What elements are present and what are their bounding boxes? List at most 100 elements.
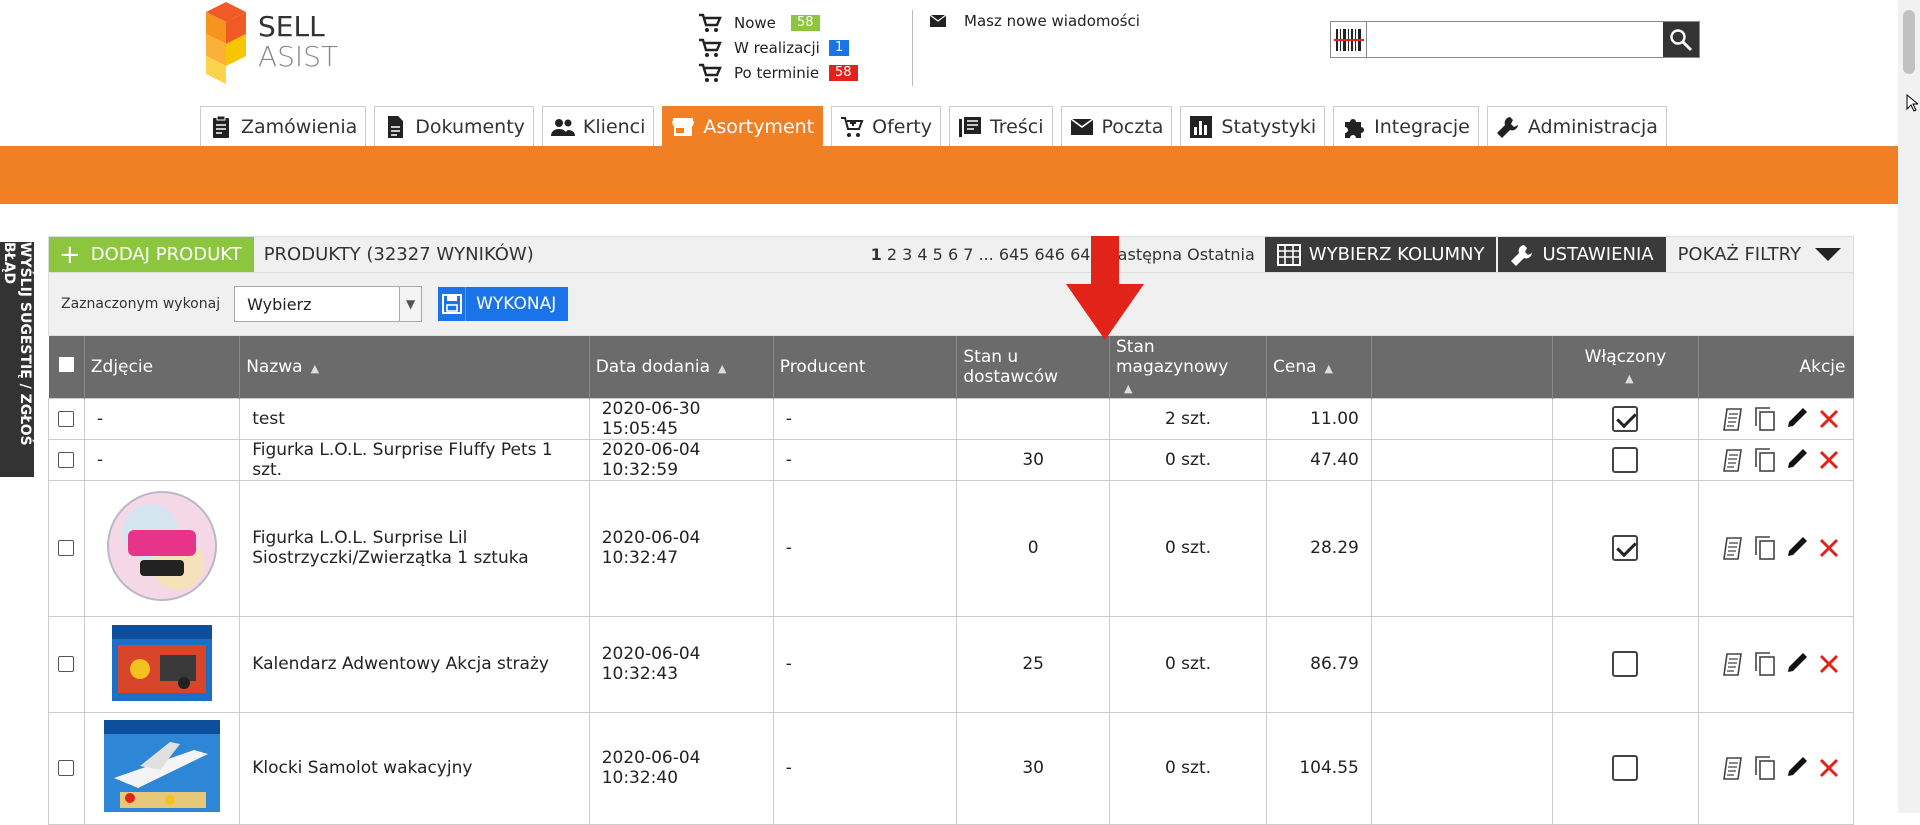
store-icon — [672, 117, 695, 136]
copy-icon[interactable] — [1753, 535, 1777, 561]
edit-pencil-icon[interactable] — [1785, 406, 1809, 432]
order-status-overdue[interactable]: Po terminie 58 — [698, 60, 858, 85]
tab-mail[interactable]: Poczta — [1060, 106, 1173, 146]
tab-offers[interactable]: Oferty — [831, 106, 941, 146]
bulk-action-select[interactable]: Wybierz ▼ — [234, 286, 423, 322]
copy-icon[interactable] — [1753, 406, 1777, 432]
settings-button[interactable]: USTAWIENIA — [1496, 237, 1666, 272]
tab-label: Statystyki — [1221, 115, 1317, 138]
notes-icon[interactable] — [1721, 651, 1745, 677]
add-product-button[interactable]: + DODAJ PRODUKT — [49, 237, 254, 272]
col-date[interactable]: Data dodania ▲ — [589, 336, 774, 398]
col-blank — [1371, 336, 1553, 398]
delete-icon[interactable] — [1817, 651, 1841, 677]
notes-icon[interactable] — [1721, 755, 1745, 781]
copy-icon[interactable] — [1753, 651, 1777, 677]
barcode-icon[interactable] — [1331, 22, 1367, 57]
enabled-checkbox[interactable] — [1612, 755, 1639, 781]
page-current[interactable]: 1 — [871, 245, 882, 264]
tab-integrations[interactable]: Integracje — [1333, 106, 1479, 146]
row-checkbox[interactable] — [58, 451, 75, 468]
col-stock[interactable]: Stan magazynowy ▲ — [1109, 336, 1267, 398]
delete-icon[interactable] — [1817, 535, 1841, 561]
notes-icon[interactable] — [1721, 535, 1745, 561]
document-icon — [388, 115, 404, 138]
sort-icon: ▲ — [1124, 381, 1133, 395]
row-name[interactable]: Klocki Samolot wakacyjny — [239, 711, 590, 825]
row-supplier-stock: 30 — [956, 438, 1110, 481]
scrollbar-thumb[interactable] — [1903, 10, 1915, 74]
choose-columns-label: WYBIERZ KOLUMNY — [1308, 244, 1485, 265]
select-all-checkbox[interactable] — [58, 356, 74, 372]
edit-pencil-icon[interactable] — [1785, 447, 1809, 473]
search-box — [1330, 21, 1700, 58]
row-stock: 0 szt. — [1109, 615, 1267, 713]
tab-content[interactable]: Treści — [948, 106, 1053, 146]
tab-clients[interactable]: Klienci — [541, 106, 655, 146]
col-name[interactable]: Nazwa ▲ — [239, 336, 590, 398]
enabled-checkbox[interactable] — [1612, 651, 1639, 677]
search-button[interactable] — [1663, 22, 1699, 57]
tab-label: Zamówienia — [241, 115, 358, 138]
enabled-checkbox[interactable] — [1612, 535, 1639, 561]
show-filters-button[interactable]: POKAŻ FILTRY — [1666, 237, 1853, 272]
order-status-in-progress[interactable]: W realizacji 1 — [698, 35, 858, 60]
row-actions — [1698, 397, 1854, 440]
delete-icon[interactable] — [1817, 447, 1841, 473]
row-name[interactable]: Figurka L.O.L. Surprise Fluffy Pets 1 sz… — [239, 438, 590, 481]
row-stock: 0 szt. — [1109, 711, 1267, 825]
feedback-side-tab[interactable]: WYŚLIJ SUGESTIĘ / ZGŁOŚ BŁĄD — [0, 242, 34, 477]
tab-assortment[interactable]: Asortyment — [662, 106, 824, 146]
copy-icon[interactable] — [1753, 755, 1777, 781]
edit-pencil-icon[interactable] — [1785, 651, 1809, 677]
order-status-new[interactable]: Nowe 58 — [698, 10, 858, 35]
copy-icon[interactable] — [1753, 447, 1777, 473]
notes-icon[interactable] — [1721, 406, 1745, 432]
plus-icon: + — [59, 239, 81, 270]
delete-icon[interactable] — [1817, 406, 1841, 432]
col-price-label: Cena — [1272, 356, 1317, 377]
cart-icon — [699, 38, 722, 57]
tab-statistics[interactable]: Statystyki — [1180, 106, 1326, 146]
col-actions: Akcje — [1698, 336, 1854, 398]
page-last[interactable]: Ostatnia — [1187, 245, 1255, 264]
products-table: Zdjęcie Nazwa ▲ Data dodania ▲ Producent S… — [48, 336, 1854, 825]
col-producer: Producent — [773, 336, 958, 398]
articles-icon — [958, 116, 981, 137]
tab-label: Poczta — [1101, 115, 1164, 138]
col-name-label: Nazwa — [246, 356, 303, 377]
col-enabled[interactable]: Włączony ▲ — [1552, 336, 1700, 398]
edit-pencil-icon[interactable] — [1785, 535, 1809, 561]
row-price: 28.29 — [1265, 479, 1372, 617]
edit-pencil-icon[interactable] — [1785, 755, 1809, 781]
row-name[interactable]: Figurka L.O.L. Surprise Lil Siostrzyczki… — [239, 479, 590, 617]
choose-columns-button[interactable]: WYBIERZ KOLUMNY — [1262, 237, 1497, 272]
messages-link[interactable]: Masz nowe wiadomości — [930, 12, 1140, 30]
row-checkbox[interactable] — [58, 540, 75, 556]
row-name[interactable]: Kalendarz Adwentowy Akcja straży — [239, 615, 590, 713]
row-checkbox[interactable] — [58, 410, 75, 427]
playmobil-box-image — [100, 618, 225, 705]
delete-icon[interactable] — [1817, 755, 1841, 781]
page-scrollbar[interactable] — [1898, 0, 1920, 813]
row-producer: - — [772, 479, 958, 617]
row-checkbox[interactable] — [58, 760, 75, 776]
enabled-checkbox[interactable] — [1612, 446, 1639, 473]
row-actions — [1698, 479, 1854, 617]
row-checkbox[interactable] — [58, 656, 75, 672]
col-price[interactable]: Cena ▲ — [1266, 336, 1372, 398]
bulk-action-selected: Wybierz — [247, 294, 312, 314]
main-nav: Zamówienia Dokumenty Klienci Asortyment … — [200, 106, 1675, 146]
order-status-label: Po terminie — [734, 63, 820, 82]
search-input[interactable] — [1367, 22, 1663, 57]
chevron-down-icon: ▼ — [399, 287, 422, 321]
tab-administration[interactable]: Administracja — [1486, 106, 1667, 146]
execute-button[interactable]: WYKONAJ — [438, 287, 569, 321]
products-count-title: PRODUKTY (32327 WYNIKÓW) — [263, 244, 534, 265]
notes-icon[interactable] — [1721, 447, 1745, 473]
enabled-checkbox[interactable] — [1612, 405, 1639, 432]
sort-icon: ▲ — [718, 361, 727, 375]
row-name[interactable]: test — [239, 397, 590, 440]
tab-documents[interactable]: Dokumenty — [374, 106, 534, 146]
tab-orders[interactable]: Zamówienia — [200, 106, 367, 146]
